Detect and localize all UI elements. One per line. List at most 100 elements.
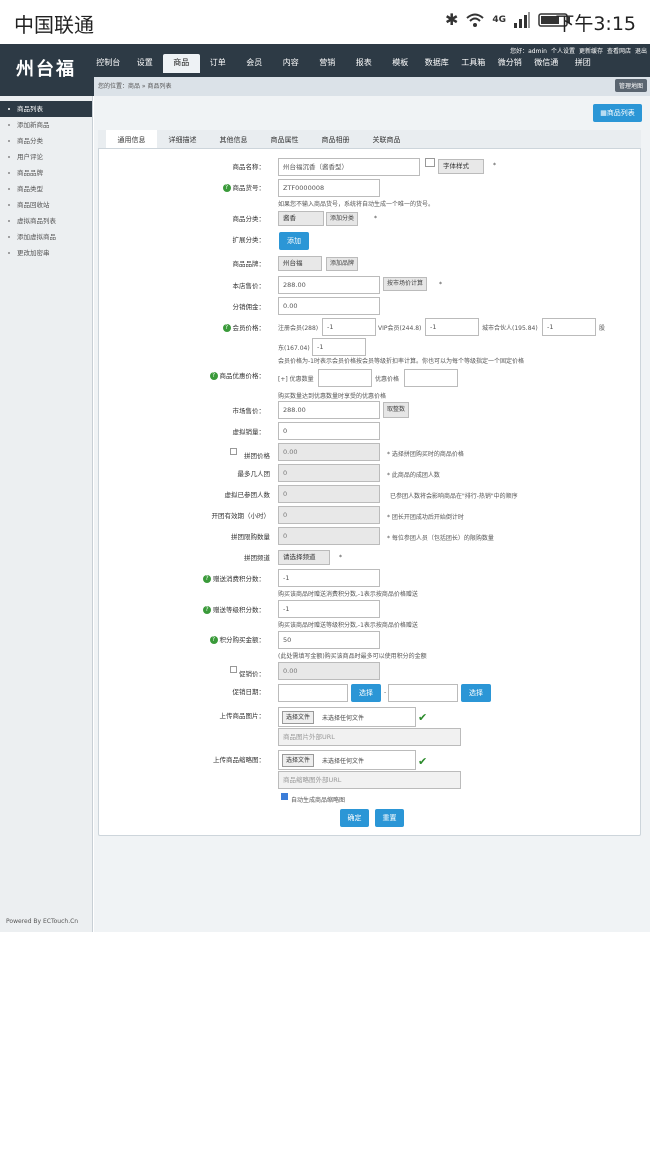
help-icon[interactable]: ? <box>222 324 231 332</box>
choose-file-button[interactable]: 选择文件 <box>282 754 315 767</box>
member-price-trail: 股 <box>599 325 606 332</box>
no-file-text: 未选择任何文件 <box>322 758 365 765</box>
group-limit-label: 拼团限购数量 <box>231 533 270 541</box>
nav-item[interactable]: 微分销 <box>492 54 529 73</box>
virtual-sales-input[interactable]: 0 <box>278 422 380 440</box>
sidebar-item[interactable]: 商品分类 <box>0 133 92 149</box>
required-star: * <box>493 162 496 169</box>
nav-item[interactable]: 商品 <box>163 54 200 73</box>
sidebar-item[interactable]: 商品品牌 <box>0 165 92 181</box>
required-star: * <box>374 215 377 222</box>
map-button[interactable]: 管理地图 <box>614 79 647 92</box>
nav-item[interactable]: 报表 <box>346 54 383 73</box>
sub-bar <box>94 77 650 96</box>
tab-item[interactable]: 通用信息 <box>106 130 157 148</box>
nav-item[interactable]: 数据库 <box>419 54 456 73</box>
check-icon: ✔ <box>418 755 428 768</box>
nav-item[interactable]: 设置 <box>127 54 164 73</box>
tab-item[interactable]: 商品相册 <box>310 130 361 148</box>
member-price-input[interactable]: -1 <box>322 318 376 336</box>
virtual-join-input[interactable]: 0 <box>278 485 380 503</box>
help-icon[interactable]: ? <box>209 636 218 644</box>
color-picker[interactable] <box>425 158 435 167</box>
sidebar-item[interactable]: 更改加密串 <box>0 245 92 261</box>
nav-item[interactable]: 会员 <box>236 54 273 73</box>
goods-sn-input[interactable]: ZTF0000008 <box>278 179 380 197</box>
nav-item[interactable]: 模板 <box>382 54 419 73</box>
promote-input[interactable]: 0.00 <box>278 662 380 680</box>
choose-file-button[interactable]: 选择文件 <box>282 711 315 724</box>
auto-thumb-checkbox[interactable] <box>281 793 288 800</box>
group-channel-label: 拼团频道 <box>244 554 270 562</box>
reset-button[interactable]: 重置 <box>375 809 404 827</box>
tab-item[interactable]: 商品属性 <box>259 130 310 148</box>
promote-end-select-button[interactable]: 选择 <box>461 684 491 702</box>
member-price-name: 东(167.04) <box>278 345 310 352</box>
sidebar-item[interactable]: 添加新商品 <box>0 117 92 133</box>
group-channel-select[interactable]: 请选择频道 <box>278 550 330 565</box>
add-ext-category-button[interactable]: 添加 <box>279 232 309 250</box>
member-price-input[interactable]: -1 <box>542 318 596 336</box>
required-star: * <box>439 281 442 288</box>
add-brand-button[interactable]: 添加品牌 <box>326 257 359 271</box>
integral-input[interactable]: 50 <box>278 631 380 649</box>
sidebar-item[interactable]: 虚拟商品列表 <box>0 213 92 229</box>
category-label: 商品分类： <box>232 215 266 223</box>
tab-item[interactable]: 关联商品 <box>361 130 412 148</box>
image-url-input[interactable]: 商品图片外部URL <box>278 728 461 746</box>
price-input[interactable]: 288.00 <box>278 276 380 294</box>
min-group-label: 最多几人团 <box>237 470 271 478</box>
rank-points-input[interactable]: -1 <box>278 600 380 618</box>
goods-list-button[interactable]: ▦商品列表 <box>593 104 642 122</box>
market-price-input[interactable]: 288.00 <box>278 401 380 419</box>
goods-name-input[interactable]: 州台福沉香（酱香型） <box>278 158 420 176</box>
help-icon[interactable]: ? <box>203 606 211 614</box>
nav-item[interactable]: 工具箱 <box>455 54 492 73</box>
discount-qty-label[interactable]: [+] 优惠数量 <box>278 374 314 383</box>
member-price-input[interactable]: -1 <box>312 338 366 356</box>
upload-image-file[interactable]: 选择文件 未选择任何文件 <box>278 707 416 727</box>
member-price-input[interactable]: -1 <box>425 318 479 336</box>
nav-item[interactable]: 订单 <box>200 54 237 73</box>
nav-item[interactable]: 微信通 <box>528 54 565 73</box>
add-category-button[interactable]: 添加分类 <box>326 212 359 226</box>
nav-item[interactable]: 控制台 <box>90 54 127 73</box>
group-price-input[interactable]: 0.00 <box>278 443 380 461</box>
font-style-select[interactable]: 字体样式 <box>438 159 484 174</box>
market-calc-button[interactable]: 按市场价计算 <box>383 277 428 291</box>
round-button[interactable]: 取整数 <box>383 402 410 418</box>
min-group-input[interactable]: 0 <box>278 464 380 482</box>
logout-link[interactable]: 退出 <box>635 46 647 55</box>
network-label: 4G <box>492 14 506 25</box>
help-icon[interactable]: ? <box>209 372 218 380</box>
sidebar-item[interactable]: 商品回收站 <box>0 197 92 213</box>
category-select[interactable]: 酱香 <box>278 211 324 226</box>
nav-item[interactable]: 内容 <box>273 54 310 73</box>
confirm-button[interactable]: 确定 <box>340 809 369 827</box>
sidebar-item[interactable]: 商品列表 <box>0 101 92 117</box>
brand-select[interactable]: 州台福 <box>278 256 322 271</box>
give-points-input[interactable]: -1 <box>278 569 380 587</box>
upload-thumb-file[interactable]: 选择文件 未选择任何文件 <box>278 750 416 770</box>
sidebar-item[interactable]: 用户评论 <box>0 149 92 165</box>
discount-qty-input[interactable] <box>318 369 372 387</box>
nav-item[interactable]: 营销 <box>309 54 346 73</box>
sidebar-item[interactable]: 商品类型 <box>0 181 92 197</box>
commission-input[interactable]: 0.00 <box>278 297 380 315</box>
sidebar-item[interactable]: 添加虚拟商品 <box>0 229 92 245</box>
help-icon[interactable]: ? <box>203 575 211 583</box>
group-valid-input[interactable]: 0 <box>278 506 380 524</box>
discount-price-input[interactable] <box>404 369 458 387</box>
help-icon[interactable]: ? <box>222 184 231 192</box>
promote-end-input[interactable] <box>388 684 458 702</box>
thumb-url-input[interactable]: 商品缩略图外部URL <box>278 771 461 789</box>
upload-image-label: 上传商品图片： <box>219 712 266 720</box>
view-store-link[interactable]: 查看网店 <box>607 46 631 55</box>
nav-item[interactable]: 拼团 <box>565 54 602 73</box>
group-limit-input[interactable]: 0 <box>278 527 380 545</box>
promote-start-select-button[interactable]: 选择 <box>351 684 381 702</box>
promote-start-input[interactable] <box>278 684 348 702</box>
tab-item[interactable]: 其他信息 <box>208 130 259 148</box>
date-separator: - <box>384 689 387 696</box>
tab-item[interactable]: 详细描述 <box>157 130 208 148</box>
